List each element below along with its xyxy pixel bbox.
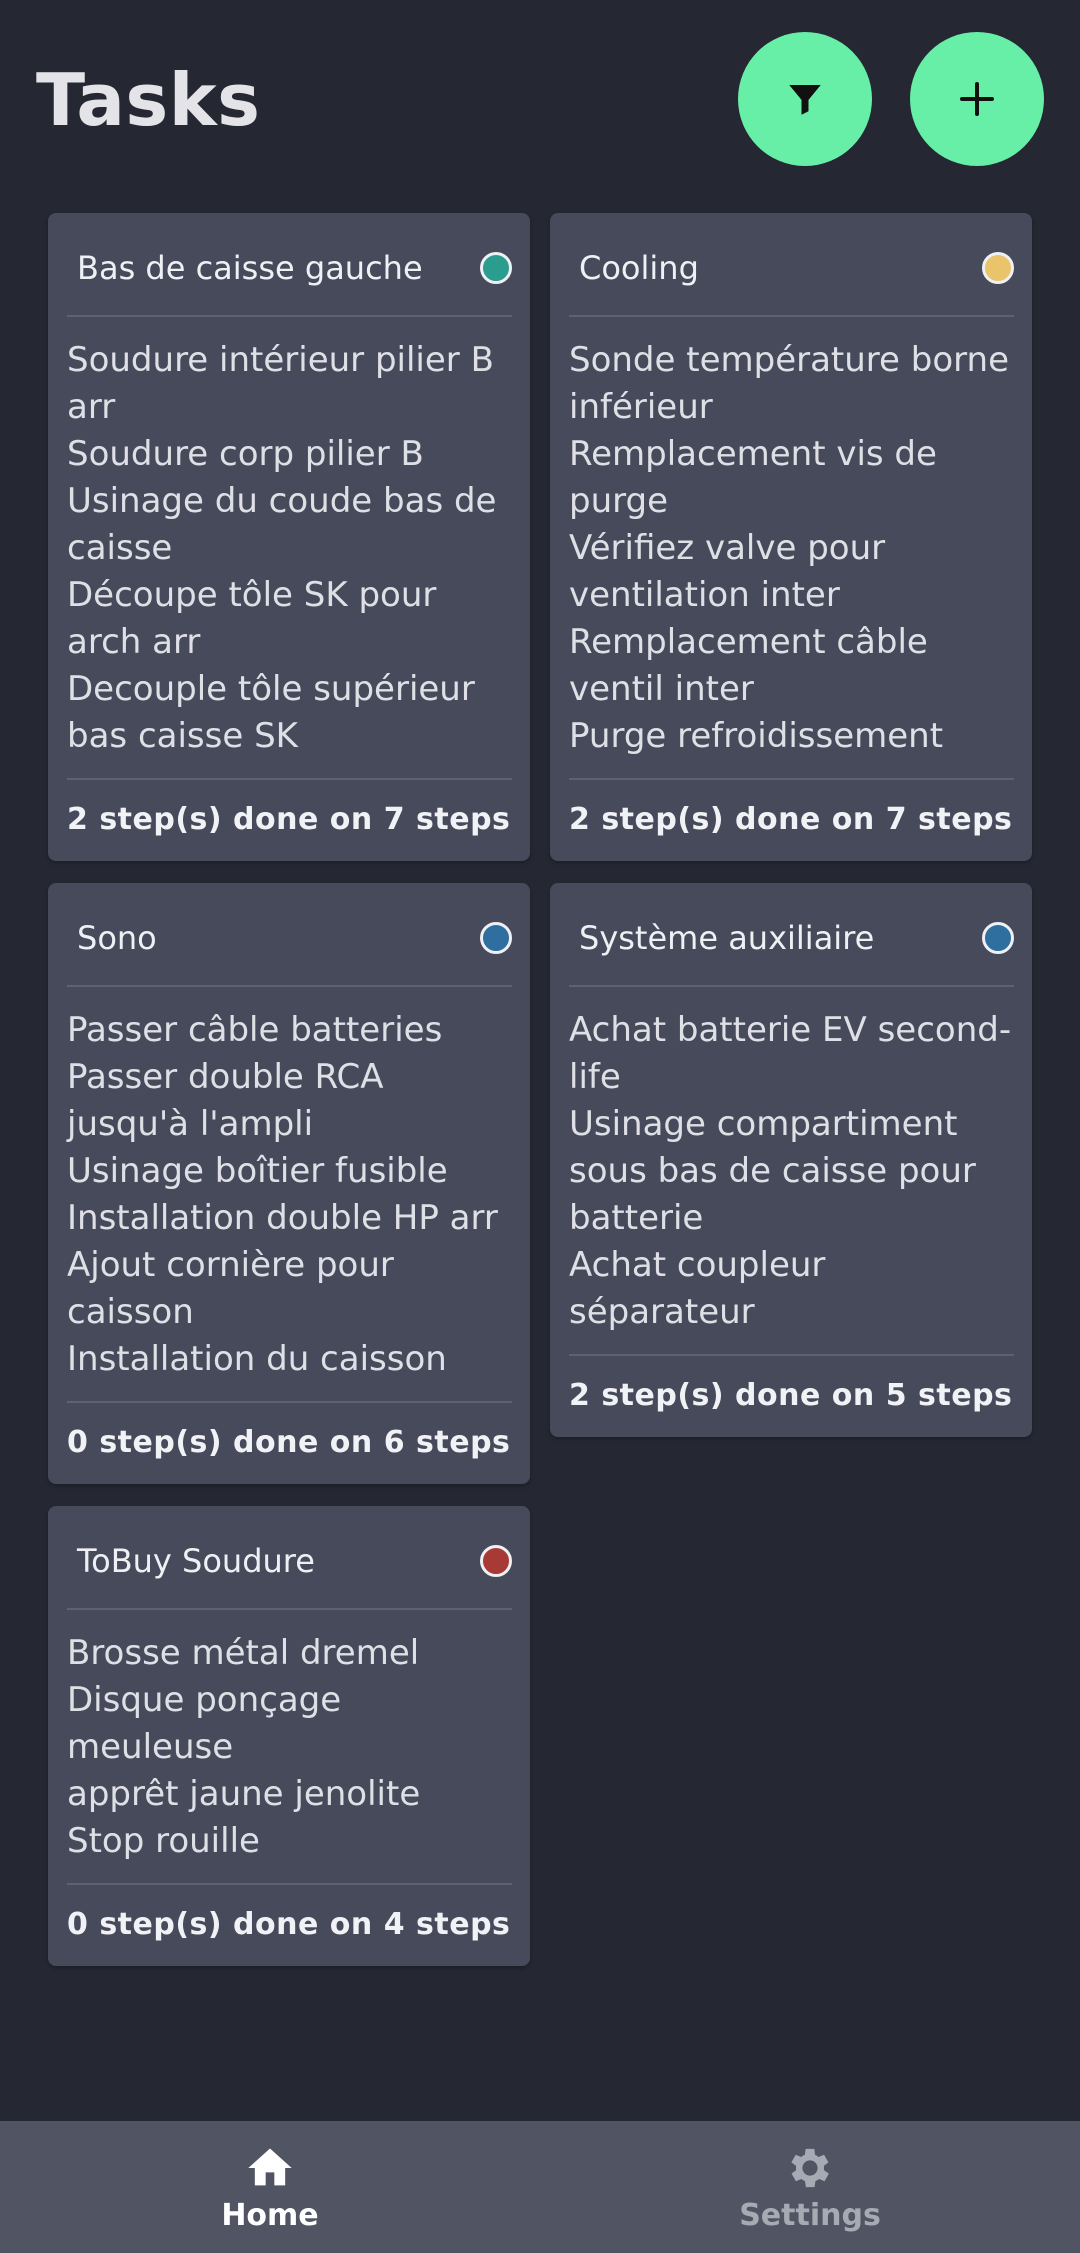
task-step-item: Découpe tôle SK pour arch arr xyxy=(67,575,437,662)
task-steps-list: Brosse métal dremel Disque ponçage meuleu… xyxy=(67,1610,512,1885)
task-card-title: Cooling xyxy=(579,249,699,287)
task-card-header: ToBuy Soudure xyxy=(67,1506,512,1610)
task-progress-summary: 0 step(s) done on 6 steps xyxy=(67,1425,511,1460)
app-root: Tasks Bas de caisse gauche Soudure intéri… xyxy=(0,0,1080,2253)
task-card-title: Système auxiliaire xyxy=(579,919,875,957)
task-step-item: Soudure corp pilier B xyxy=(67,434,424,474)
home-icon xyxy=(248,2148,292,2185)
task-step-item: Soudure intérieur pilier B arr xyxy=(67,340,494,427)
nav-home[interactable]: Home xyxy=(0,2121,540,2253)
task-step-item: apprêt jaune jenolite xyxy=(67,1774,421,1814)
task-step-item: Usinage compartiment sous bas de caisse … xyxy=(569,1104,976,1238)
task-step-item: Achat coupleur séparateur xyxy=(569,1245,826,1332)
nav-settings[interactable]: Settings xyxy=(540,2121,1080,2253)
task-card[interactable]: Cooling Sonde température borne inférieur… xyxy=(550,213,1032,861)
task-column-right: Cooling Sonde température borne inférieur… xyxy=(550,213,1032,1459)
task-card-header: Bas de caisse gauche xyxy=(67,213,512,317)
task-step-item: Usinage du coude bas de caisse xyxy=(67,481,497,568)
task-card-header: Système auxiliaire xyxy=(569,883,1014,987)
color-tag-dot xyxy=(982,252,1014,284)
color-tag-dot xyxy=(480,922,512,954)
task-progress-summary: 2 step(s) done on 7 steps xyxy=(569,802,1013,837)
task-step-item: Purge refroidissement xyxy=(569,716,944,756)
task-step-item: Stop rouille xyxy=(67,1821,260,1861)
task-card-title: Bas de caisse gauche xyxy=(77,249,423,287)
color-tag-dot xyxy=(480,1545,512,1577)
task-progress-summary: 2 step(s) done on 7 steps xyxy=(67,802,511,837)
task-steps-list: Achat batterie EV second-life Usinage com… xyxy=(569,987,1014,1356)
task-step-item: Decouple tôle supérieur bas caisse SK xyxy=(67,669,475,756)
color-tag-dot xyxy=(480,252,512,284)
task-card[interactable]: ToBuy Soudure Brosse métal dremel Disque p… xyxy=(48,1506,530,1966)
nav-settings-label: Settings xyxy=(739,2197,881,2233)
task-step-item: Installation du caisson xyxy=(67,1339,447,1379)
task-steps-list: Sonde température borne inférieur Remplac… xyxy=(569,317,1014,780)
task-card-title: Sono xyxy=(77,919,157,957)
gear-icon xyxy=(791,2148,829,2187)
task-step-item: Installation double HP arr xyxy=(67,1198,498,1238)
task-steps-list: Passer câble batteries Passer double RCA … xyxy=(67,987,512,1403)
task-step-item: Remplacement vis de purge xyxy=(569,434,937,521)
task-card[interactable]: Sono Passer câble batteries Passer double … xyxy=(48,883,530,1484)
task-progress-summary: 0 step(s) done on 4 steps xyxy=(67,1907,511,1942)
task-card-header: Cooling xyxy=(569,213,1014,317)
task-card-header: Sono xyxy=(67,883,512,987)
task-step-item: Achat batterie EV second-life xyxy=(569,1010,1012,1097)
bottom-navigation: Home Settings xyxy=(0,2121,1080,2253)
filter-button[interactable] xyxy=(738,32,872,166)
task-step-item: Usinage boîtier fusible xyxy=(67,1151,448,1191)
task-card[interactable]: Système auxiliaire Achat batterie EV seco… xyxy=(550,883,1032,1437)
task-progress-summary: 2 step(s) done on 5 steps xyxy=(569,1378,1013,1413)
task-step-item: Passer câble batteries xyxy=(67,1010,443,1050)
task-step-item: Remplacement câble ventil inter xyxy=(569,622,928,709)
filter-icon xyxy=(789,85,821,115)
task-steps-list: Soudure intérieur pilier B arr Soudure co… xyxy=(67,317,512,780)
plus-icon xyxy=(960,82,994,116)
task-column-left: Bas de caisse gauche Soudure intérieur pi… xyxy=(48,213,530,1988)
task-step-item: Ajout cornière pour caisson xyxy=(67,1245,394,1332)
task-step-item: Brosse métal dremel xyxy=(67,1633,420,1673)
task-step-item: Vérifiez valve pour ventilation inter xyxy=(569,528,886,615)
task-step-item: Sonde température borne inférieur xyxy=(569,340,1009,427)
task-card[interactable]: Bas de caisse gauche Soudure intérieur pi… xyxy=(48,213,530,861)
task-step-item: Passer double RCA jusqu'à l'ampli xyxy=(67,1057,384,1144)
page-title: Tasks xyxy=(36,58,261,142)
nav-home-label: Home xyxy=(221,2197,319,2233)
task-step-item: Disque ponçage meuleuse xyxy=(67,1680,342,1767)
task-card-title: ToBuy Soudure xyxy=(77,1542,315,1580)
color-tag-dot xyxy=(982,922,1014,954)
add-task-button[interactable] xyxy=(910,32,1044,166)
